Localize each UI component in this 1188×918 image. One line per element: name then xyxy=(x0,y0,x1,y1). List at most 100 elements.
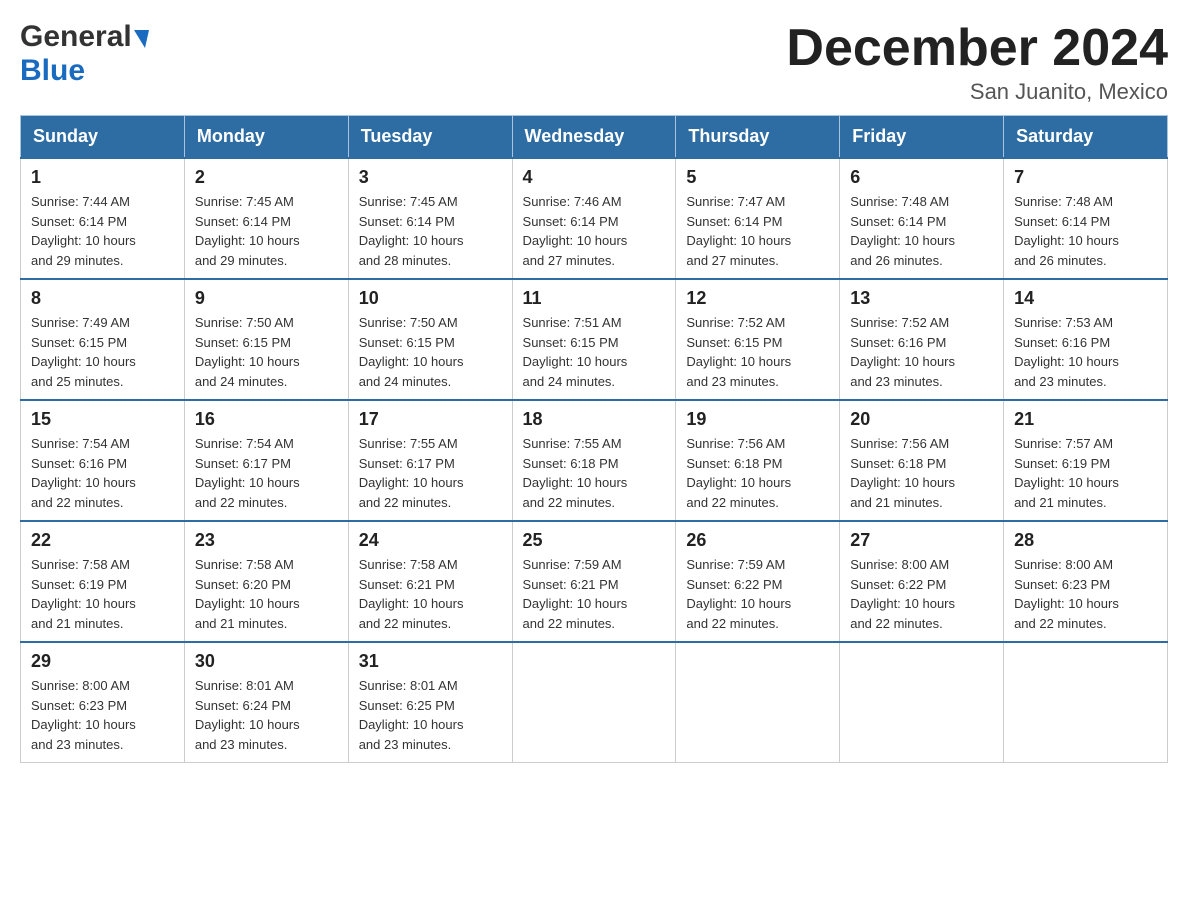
page-header: General Blue December 2024 San Juanito, … xyxy=(20,20,1168,105)
day-info: Sunrise: 7:58 AMSunset: 6:19 PMDaylight:… xyxy=(31,555,174,633)
day-number: 29 xyxy=(31,651,174,672)
day-number: 12 xyxy=(686,288,829,309)
day-info: Sunrise: 7:54 AMSunset: 6:17 PMDaylight:… xyxy=(195,434,338,512)
day-number: 30 xyxy=(195,651,338,672)
logo-general-text: General xyxy=(20,20,132,54)
day-number: 14 xyxy=(1014,288,1157,309)
day-number: 8 xyxy=(31,288,174,309)
day-number: 26 xyxy=(686,530,829,551)
calendar-cell xyxy=(840,642,1004,763)
day-info: Sunrise: 8:00 AMSunset: 6:23 PMDaylight:… xyxy=(1014,555,1157,633)
calendar-cell: 8 Sunrise: 7:49 AMSunset: 6:15 PMDaylight… xyxy=(21,279,185,400)
calendar-cell: 29 Sunrise: 8:00 AMSunset: 6:23 PMDayligh… xyxy=(21,642,185,763)
calendar-header-friday: Friday xyxy=(840,116,1004,159)
calendar-header-sunday: Sunday xyxy=(21,116,185,159)
calendar-cell: 16Sunrise: 7:54 AMSunset: 6:17 PMDayligh… xyxy=(184,400,348,521)
day-info: Sunrise: 7:47 AMSunset: 6:14 PMDaylight:… xyxy=(686,192,829,270)
day-number: 9 xyxy=(195,288,338,309)
calendar-cell: 12 Sunrise: 7:52 AMSunset: 6:15 PMDayligh… xyxy=(676,279,840,400)
calendar-cell: 7 Sunrise: 7:48 AMSunset: 6:14 PMDaylight… xyxy=(1004,158,1168,279)
day-number: 23 xyxy=(195,530,338,551)
day-number: 6 xyxy=(850,167,993,188)
day-info: Sunrise: 7:45 AMSunset: 6:14 PMDaylight:… xyxy=(195,192,338,270)
day-info: Sunrise: 7:57 AMSunset: 6:19 PMDaylight:… xyxy=(1014,434,1157,512)
day-info: Sunrise: 7:59 AMSunset: 6:21 PMDaylight:… xyxy=(523,555,666,633)
calendar-cell: 25Sunrise: 7:59 AMSunset: 6:21 PMDayligh… xyxy=(512,521,676,642)
day-info: Sunrise: 7:52 AMSunset: 6:15 PMDaylight:… xyxy=(686,313,829,391)
day-number: 10 xyxy=(359,288,502,309)
day-info: Sunrise: 7:50 AMSunset: 6:15 PMDaylight:… xyxy=(195,313,338,391)
calendar-cell: 15 Sunrise: 7:54 AMSunset: 6:16 PMDayligh… xyxy=(21,400,185,521)
day-number: 1 xyxy=(31,167,174,188)
day-number: 3 xyxy=(359,167,502,188)
day-number: 24 xyxy=(359,530,502,551)
month-title: December 2024 xyxy=(786,20,1168,77)
day-info: Sunrise: 7:46 AMSunset: 6:14 PMDaylight:… xyxy=(523,192,666,270)
calendar-header-thursday: Thursday xyxy=(676,116,840,159)
calendar-header-wednesday: Wednesday xyxy=(512,116,676,159)
calendar-week-row: 15 Sunrise: 7:54 AMSunset: 6:16 PMDayligh… xyxy=(21,400,1168,521)
calendar-week-row: 8 Sunrise: 7:49 AMSunset: 6:15 PMDaylight… xyxy=(21,279,1168,400)
day-info: Sunrise: 7:58 AMSunset: 6:21 PMDaylight:… xyxy=(359,555,502,633)
calendar-header-monday: Monday xyxy=(184,116,348,159)
day-info: Sunrise: 7:54 AMSunset: 6:16 PMDaylight:… xyxy=(31,434,174,512)
calendar-cell: 9 Sunrise: 7:50 AMSunset: 6:15 PMDaylight… xyxy=(184,279,348,400)
calendar-cell: 18Sunrise: 7:55 AMSunset: 6:18 PMDayligh… xyxy=(512,400,676,521)
day-info: Sunrise: 8:01 AMSunset: 6:24 PMDaylight:… xyxy=(195,676,338,754)
logo: General Blue xyxy=(20,20,150,88)
calendar-cell: 22 Sunrise: 7:58 AMSunset: 6:19 PMDayligh… xyxy=(21,521,185,642)
calendar-week-row: 22 Sunrise: 7:58 AMSunset: 6:19 PMDayligh… xyxy=(21,521,1168,642)
calendar-cell: 31 Sunrise: 8:01 AMSunset: 6:25 PMDayligh… xyxy=(348,642,512,763)
calendar-cell: 26 Sunrise: 7:59 AMSunset: 6:22 PMDayligh… xyxy=(676,521,840,642)
day-info: Sunrise: 7:49 AMSunset: 6:15 PMDaylight:… xyxy=(31,313,174,391)
day-number: 15 xyxy=(31,409,174,430)
day-number: 28 xyxy=(1014,530,1157,551)
day-number: 21 xyxy=(1014,409,1157,430)
day-info: Sunrise: 7:51 AMSunset: 6:15 PMDaylight:… xyxy=(523,313,666,391)
calendar-cell xyxy=(676,642,840,763)
day-number: 17 xyxy=(359,409,502,430)
calendar-cell: 1Sunrise: 7:44 AMSunset: 6:14 PMDaylight… xyxy=(21,158,185,279)
calendar-cell: 20 Sunrise: 7:56 AMSunset: 6:18 PMDayligh… xyxy=(840,400,1004,521)
calendar-cell: 28 Sunrise: 8:00 AMSunset: 6:23 PMDayligh… xyxy=(1004,521,1168,642)
day-number: 27 xyxy=(850,530,993,551)
location: San Juanito, Mexico xyxy=(786,79,1168,105)
calendar-header-tuesday: Tuesday xyxy=(348,116,512,159)
day-info: Sunrise: 7:45 AMSunset: 6:14 PMDaylight:… xyxy=(359,192,502,270)
calendar-cell: 27 Sunrise: 8:00 AMSunset: 6:22 PMDayligh… xyxy=(840,521,1004,642)
day-info: Sunrise: 7:58 AMSunset: 6:20 PMDaylight:… xyxy=(195,555,338,633)
day-number: 2 xyxy=(195,167,338,188)
title-section: December 2024 San Juanito, Mexico xyxy=(786,20,1168,105)
day-info: Sunrise: 8:01 AMSunset: 6:25 PMDaylight:… xyxy=(359,676,502,754)
calendar-header-saturday: Saturday xyxy=(1004,116,1168,159)
calendar-table: SundayMondayTuesdayWednesdayThursdayFrid… xyxy=(20,115,1168,763)
day-info: Sunrise: 7:52 AMSunset: 6:16 PMDaylight:… xyxy=(850,313,993,391)
calendar-cell: 5Sunrise: 7:47 AMSunset: 6:14 PMDaylight… xyxy=(676,158,840,279)
day-number: 7 xyxy=(1014,167,1157,188)
calendar-cell: 13 Sunrise: 7:52 AMSunset: 6:16 PMDayligh… xyxy=(840,279,1004,400)
day-info: Sunrise: 7:55 AMSunset: 6:18 PMDaylight:… xyxy=(523,434,666,512)
day-info: Sunrise: 7:59 AMSunset: 6:22 PMDaylight:… xyxy=(686,555,829,633)
day-info: Sunrise: 7:53 AMSunset: 6:16 PMDaylight:… xyxy=(1014,313,1157,391)
day-number: 22 xyxy=(31,530,174,551)
day-info: Sunrise: 7:55 AMSunset: 6:17 PMDaylight:… xyxy=(359,434,502,512)
calendar-cell: 6 Sunrise: 7:48 AMSunset: 6:14 PMDaylight… xyxy=(840,158,1004,279)
calendar-cell: 11Sunrise: 7:51 AMSunset: 6:15 PMDayligh… xyxy=(512,279,676,400)
day-info: Sunrise: 7:56 AMSunset: 6:18 PMDaylight:… xyxy=(686,434,829,512)
day-info: Sunrise: 8:00 AMSunset: 6:22 PMDaylight:… xyxy=(850,555,993,633)
day-info: Sunrise: 7:56 AMSunset: 6:18 PMDaylight:… xyxy=(850,434,993,512)
day-number: 13 xyxy=(850,288,993,309)
logo-block: General xyxy=(20,20,150,54)
calendar-cell: 2 Sunrise: 7:45 AMSunset: 6:14 PMDaylight… xyxy=(184,158,348,279)
day-info: Sunrise: 7:48 AMSunset: 6:14 PMDaylight:… xyxy=(1014,192,1157,270)
day-number: 31 xyxy=(359,651,502,672)
day-number: 4 xyxy=(523,167,666,188)
day-number: 20 xyxy=(850,409,993,430)
day-info: Sunrise: 7:48 AMSunset: 6:14 PMDaylight:… xyxy=(850,192,993,270)
calendar-cell: 23 Sunrise: 7:58 AMSunset: 6:20 PMDayligh… xyxy=(184,521,348,642)
calendar-cell: 21 Sunrise: 7:57 AMSunset: 6:19 PMDayligh… xyxy=(1004,400,1168,521)
calendar-cell xyxy=(1004,642,1168,763)
day-info: Sunrise: 8:00 AMSunset: 6:23 PMDaylight:… xyxy=(31,676,174,754)
calendar-cell: 14 Sunrise: 7:53 AMSunset: 6:16 PMDayligh… xyxy=(1004,279,1168,400)
calendar-cell: 24 Sunrise: 7:58 AMSunset: 6:21 PMDayligh… xyxy=(348,521,512,642)
